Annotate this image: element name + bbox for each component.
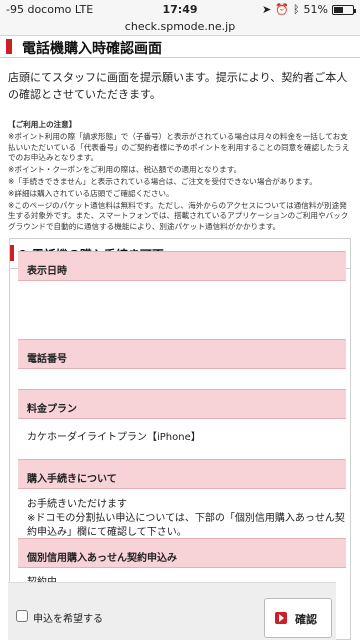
row-value-rate-plan: カケホーダイライトプラン【iPhone】 [27,432,201,443]
row-label-installment-contract: 個別信用購入あっせん契約申込み [18,538,346,568]
row-label-phone-number: 電話番号 [18,339,346,369]
note-item: ※詳細は購入されている店頭でご確認ください。 [8,188,174,198]
note-item: ※ポイント利用の際「請求形態」で（子番号）と表示がされている場合は月々の料金を一… [8,131,350,163]
notes-heading: 【ご利用上の注意】 [8,120,77,129]
note-item: ※「手続きできません」と表示されている場合は、ご注文を受付できない場合があります… [8,176,317,186]
status-bar: -95 docomo LTE 17:49 ➤ ⏰ ᛒ 51% [0,0,360,20]
note-item: ※このページのパケット通信料は無料です。ただし、海外からのアクセスについては通信… [8,200,349,232]
location-icon: ➤ [262,3,272,16]
procedure-status: お手続きいただけます [27,499,127,510]
status-icons: ➤ ⏰ ᛒ 51% [262,3,356,16]
address-bar[interactable]: check.spmode.ne.jp [0,20,360,36]
row-label-purchase-procedure: 購入手続きについて [18,459,346,489]
note-item: ※ポイント・クーポンをご利用の際は、税込額での適用となります。 [8,165,242,175]
battery-percent: 51% [303,3,328,16]
intro-text: 店頭にてスタッフに画面を提示願います。提示により、契約者ご本人の確認とさせていた… [8,71,348,101]
row-value-display-date [18,281,346,323]
url-text: check.spmode.ne.jp [124,20,236,33]
application-form: 申込を希望する 確認 [8,582,336,640]
row-label-display-date: 表示日時 [18,251,346,281]
confirm-button-label: 確認 [295,613,317,626]
bluetooth-icon: ᛒ [292,3,300,16]
purchase-section: 1.電話機の購入手続き可否 表示日時 電話番号 料金プラン カケホーダイライトプ… [9,238,351,640]
usage-notes: 【ご利用上の注意】 ※ポイント利用の際「請求形態」で（子番号）と表示がされている… [8,120,354,234]
alarm-icon: ⏰ [275,3,289,16]
arrow-right-icon [275,612,287,624]
battery-icon [332,4,356,15]
section-accent-bar [10,245,14,261]
procedure-note: ※ドコモの分割払い申込については、下部の「個別信用購入あっせん契約申込み」欄にて… [27,513,345,538]
confirm-button[interactable]: 確認 [264,598,332,638]
row-value-purchase-procedure: お手続きいただけます ※ドコモの分割払い申込については、下部の「個別信用購入あっ… [18,498,346,540]
page-title: 電話機購入時確認画面 [22,41,162,57]
apply-checkbox-label[interactable]: 申込を希望する [33,610,103,625]
title-accent-bar [6,39,12,54]
apply-checkbox[interactable] [16,610,28,622]
row-label-rate-plan: 料金プラン [18,389,346,419]
page-header: 電話機購入時確認画面 [0,36,360,58]
